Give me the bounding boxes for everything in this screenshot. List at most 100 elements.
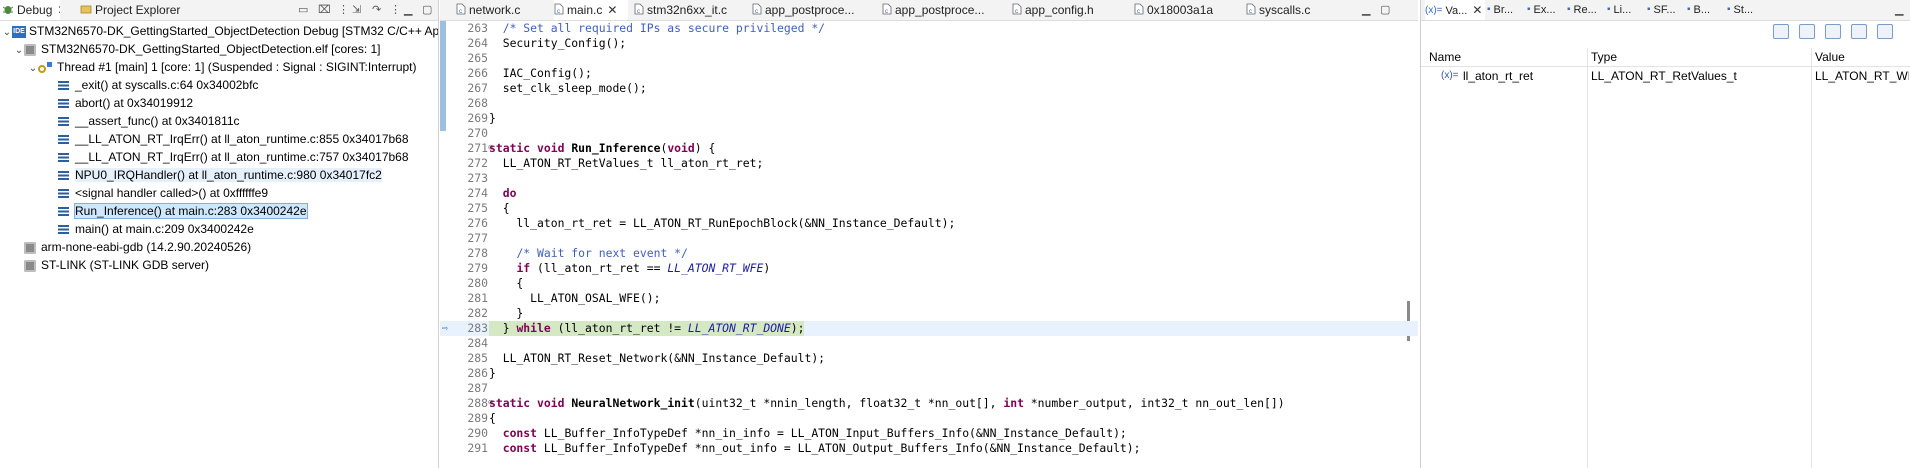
stack-frame-item[interactable]: __LL_ATON_RT_IrqErr() at ll_aton_runtime…: [58, 130, 409, 148]
collapse-all-icon[interactable]: [1825, 24, 1841, 39]
code-line[interactable]: 267 set_clk_sleep_mode();: [440, 81, 1418, 96]
collapse-all-icon[interactable]: ▭: [298, 3, 308, 16]
show-type-names-icon[interactable]: [1773, 24, 1789, 39]
thread-item[interactable]: ⌄ Thread #1 [main] 1 [core: 1] (Suspended…: [28, 58, 417, 76]
expand-toggle-icon[interactable]: ⌄: [28, 60, 38, 78]
show-logical-structure-icon[interactable]: [1799, 24, 1815, 39]
column-divider[interactable]: [1811, 48, 1812, 468]
column-type[interactable]: Type: [1591, 48, 1617, 66]
code-line[interactable]: ⇨ 283 } while (ll_aton_rt_ret != LL_ATON_…: [440, 321, 1418, 336]
code-token: LL_ATON_RT_WFE: [667, 261, 764, 275]
step-into-icon[interactable]: ⇲: [352, 3, 361, 16]
minimize-icon[interactable]: ▁: [1362, 3, 1370, 16]
editor-tab[interactable]: c app_postproce...: [882, 0, 1006, 20]
debug-tree-item[interactable]: ⌄ STM32N6570-DK_GettingStarted_ObjectDete…: [14, 40, 381, 58]
column-name[interactable]: Name: [1429, 48, 1461, 66]
code-line[interactable]: 276 ll_aton_rt_ret = LL_ATON_RT_RunEpoch…: [440, 216, 1418, 231]
code-line[interactable]: 265: [440, 51, 1418, 66]
editor-tab[interactable]: c 0x18003a1a: [1134, 0, 1240, 20]
view-tab[interactable]: ▪ Br...: [1487, 0, 1525, 20]
maximize-icon[interactable]: ▢: [1380, 3, 1390, 16]
view-tab[interactable]: (x)= Va... ✕: [1425, 0, 1485, 20]
code-line[interactable]: 273: [440, 171, 1418, 186]
view-tab[interactable]: ▪ St...: [1727, 0, 1765, 20]
static-stack-icon: ▪: [1727, 4, 1731, 16]
code-line[interactable]: 287: [440, 381, 1418, 396]
code-line[interactable]: 278 /* Wait for next event */: [440, 246, 1418, 261]
variable-row[interactable]: (x)= ll_aton_rt_ret LL_ATON_RT_RetValues…: [1421, 67, 1910, 85]
view-tab[interactable]: ▪ SF...: [1647, 0, 1685, 20]
code-line[interactable]: 279 if (ll_aton_rt_ret == LL_ATON_RT_WFE…: [440, 261, 1418, 276]
close-icon[interactable]: ✕: [1472, 0, 1482, 20]
stack-frame-item[interactable]: _exit() at syscalls.c:64 0x34002bfc: [58, 76, 258, 94]
code-line[interactable]: 289{: [440, 411, 1418, 426]
close-icon[interactable]: ✕: [607, 0, 617, 20]
code-line[interactable]: 266 IAC_Config();: [440, 66, 1418, 81]
view-menu-icon[interactable]: ⋮: [338, 3, 349, 16]
expand-toggle-icon[interactable]: ⌄: [2, 24, 12, 42]
stack-frame-item[interactable]: abort() at 0x34019912: [58, 94, 193, 112]
code-text: /* Wait for next event */: [489, 246, 687, 261]
stack-frame-item[interactable]: __LL_ATON_RT_IrqErr() at ll_aton_runtime…: [58, 148, 409, 166]
view-tab[interactable]: ▪ Ex...: [1527, 0, 1565, 20]
code-editor[interactable]: 263 /* Set all required IPs as secure pr…: [440, 21, 1418, 468]
new-view-icon[interactable]: [1851, 24, 1867, 39]
tab-debug[interactable]: Debug ✕: [0, 0, 60, 20]
layout-icon[interactable]: [1877, 24, 1893, 39]
code-line[interactable]: 281 LL_ATON_OSAL_WFE();: [440, 291, 1418, 306]
view-tab[interactable]: ▪ Li...: [1607, 0, 1645, 20]
stack-frame-item[interactable]: Run_Inference() at main.c:283 0x3400242e: [58, 202, 308, 220]
expand-toggle-icon[interactable]: ⌄: [14, 42, 24, 60]
stack-frame-item[interactable]: <signal handler called>() at 0xffffffe9: [58, 184, 268, 202]
code-line[interactable]: 277: [440, 231, 1418, 246]
code-line[interactable]: 274 do: [440, 186, 1418, 201]
debug-tree-item[interactable]: ⌄ IDE STM32N6570-DK_GettingStarted_ObjectD…: [2, 22, 438, 42]
view-tab[interactable]: ▪ Re...: [1567, 0, 1605, 20]
editor-tab[interactable]: c stm32n6xx_it.c: [634, 0, 746, 20]
debug-tree-item[interactable]: arm-none-eabi-gdb (14.2.90.20240526): [14, 238, 251, 256]
code-line[interactable]: 275 {: [440, 201, 1418, 216]
column-divider[interactable]: [1587, 48, 1588, 468]
code-token: LL_Buffer_InfoTypeDef *nn_in_info = LL_A…: [537, 426, 1127, 440]
minimize-icon[interactable]: ▁: [1895, 3, 1903, 16]
code-line[interactable]: 272 LL_ATON_RT_RetValues_t ll_aton_rt_re…: [440, 156, 1418, 171]
code-token: (ll_aton_rt_ret ==: [530, 261, 668, 275]
code-text: Security_Config();: [489, 36, 626, 51]
stack-frame-item[interactable]: __assert_func() at 0x3401811c: [58, 112, 240, 130]
code-line[interactable]: 282 }: [440, 306, 1418, 321]
column-value[interactable]: Value: [1815, 48, 1845, 66]
code-line[interactable]: 271 ⊖ static void Run_Inference(void) {: [440, 141, 1418, 156]
code-line[interactable]: 284: [440, 336, 1418, 351]
code-line[interactable]: 280 {: [440, 276, 1418, 291]
more-icon[interactable]: ⋮: [390, 3, 401, 16]
editor-tab[interactable]: c app_config.h: [1012, 0, 1128, 20]
editor-tab[interactable]: c syscalls.c: [1246, 0, 1346, 20]
code-line[interactable]: 263 /* Set all required IPs as secure pr…: [440, 21, 1418, 36]
code-line[interactable]: 268: [440, 96, 1418, 111]
maximize-icon[interactable]: ▢: [422, 3, 432, 16]
variable-name: ll_aton_rt_ret: [1463, 69, 1534, 83]
code-line[interactable]: 269}: [440, 111, 1418, 126]
code-line[interactable]: 291 const LL_Buffer_InfoTypeDef *nn_out_…: [440, 441, 1418, 456]
code-line[interactable]: 270: [440, 126, 1418, 141]
stack-frame-item[interactable]: NPU0_IRQHandler() at ll_aton_runtime.c:9…: [58, 166, 382, 184]
tab-project-explorer[interactable]: Project Explorer: [80, 0, 200, 20]
debug-tree-item[interactable]: ST-LINK (ST-LINK GDB server): [14, 256, 209, 274]
close-icon[interactable]: ✕: [57, 0, 60, 20]
editor-tab-label: app_postproce...: [895, 3, 985, 17]
editor-tab[interactable]: c network.c: [456, 0, 548, 20]
code-line[interactable]: 288 ⊖ static void NeuralNetwork_init(uint3…: [440, 396, 1418, 411]
editor-tab[interactable]: c app_postproce...: [752, 0, 876, 20]
code-line[interactable]: 285 LL_ATON_RT_Reset_Network(&NN_Instanc…: [440, 351, 1418, 366]
editor-tab[interactable]: c main.c ✕: [554, 0, 628, 20]
step-over-icon[interactable]: ↷: [372, 3, 381, 16]
remove-terminated-icon[interactable]: ⌧: [318, 3, 331, 16]
code-text: const LL_Buffer_InfoTypeDef *nn_out_info…: [489, 441, 1141, 456]
minimize-icon[interactable]: ▁: [404, 3, 412, 16]
code-line[interactable]: 286}: [440, 366, 1418, 381]
stack-frame-item[interactable]: main() at main.c:209 0x3400242e: [58, 220, 254, 238]
code-line[interactable]: 290 const LL_Buffer_InfoTypeDef *nn_in_i…: [440, 426, 1418, 441]
view-tab[interactable]: ▪ B...: [1687, 0, 1725, 20]
code-line[interactable]: 264 Security_Config();: [440, 36, 1418, 51]
